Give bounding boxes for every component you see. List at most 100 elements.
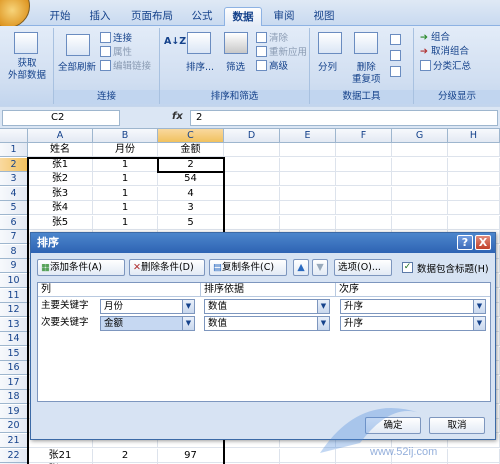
cell-empty[interactable] <box>392 143 448 157</box>
has-headers-checkbox[interactable]: ✓ <box>402 262 413 273</box>
column-header-c[interactable]: C <box>158 129 224 143</box>
cell-a3[interactable]: 张2 <box>28 172 93 187</box>
cell-empty[interactable] <box>392 201 448 216</box>
cell-empty[interactable] <box>392 448 448 463</box>
cell-c5[interactable]: 3 <box>158 201 224 216</box>
tab-formulas[interactable]: 公式 <box>184 7 220 26</box>
cell-empty[interactable] <box>448 143 500 157</box>
formula-input[interactable]: 2 <box>190 110 498 126</box>
row-header[interactable]: 5 <box>0 201 28 216</box>
row-header[interactable]: 19 <box>0 404 28 419</box>
cell-b22[interactable]: 2 <box>93 448 158 463</box>
row-header[interactable]: 9 <box>0 259 28 274</box>
cell-empty[interactable] <box>224 172 280 187</box>
office-button[interactable] <box>0 0 30 28</box>
filter-button[interactable]: 筛选 <box>226 62 245 74</box>
cell-empty[interactable] <box>336 186 392 201</box>
row-header[interactable]: 11 <box>0 288 28 303</box>
cell-empty[interactable] <box>280 143 336 157</box>
row-header[interactable]: 2 <box>0 157 28 172</box>
row-header[interactable]: 18 <box>0 390 28 405</box>
row-header[interactable]: 1 <box>0 143 28 157</box>
help-button[interactable]: ? <box>457 235 473 250</box>
data-validation-icon[interactable] <box>390 34 401 45</box>
row-header[interactable]: 16 <box>0 361 28 376</box>
cell-a1[interactable]: 姓名 <box>28 143 93 157</box>
name-box[interactable]: C2 <box>2 110 120 126</box>
cell-c4[interactable]: 4 <box>158 186 224 201</box>
row-header[interactable]: 4 <box>0 186 28 201</box>
cell-b1[interactable]: 月份 <box>93 143 158 157</box>
advanced-button[interactable]: 高级 <box>256 60 288 73</box>
reapply-button[interactable]: 重新应用 <box>256 46 307 59</box>
cell-empty[interactable] <box>224 157 280 172</box>
cell-empty[interactable] <box>224 448 280 463</box>
copy-level-button[interactable]: ▤复制条件(C) <box>209 259 287 276</box>
cell-empty[interactable] <box>392 157 448 172</box>
row-header[interactable]: 12 <box>0 303 28 318</box>
column-header-g[interactable]: G <box>392 129 448 143</box>
cell-empty[interactable] <box>336 201 392 216</box>
row-header[interactable]: 14 <box>0 332 28 347</box>
cell-c3[interactable]: 54 <box>158 172 224 187</box>
cell-a5[interactable]: 张4 <box>28 201 93 216</box>
cell-empty[interactable] <box>280 157 336 172</box>
row-header[interactable]: 21 <box>0 434 28 448</box>
column-header-h[interactable]: H <box>448 129 500 143</box>
cell-empty[interactable] <box>448 448 500 463</box>
cell-c6[interactable]: 5 <box>158 215 224 230</box>
row-header[interactable]: 7 <box>0 230 28 245</box>
subtotal-button[interactable]: 分类汇总 <box>420 60 471 73</box>
cell-empty[interactable] <box>280 215 336 230</box>
select-all-corner[interactable] <box>0 129 28 143</box>
cell-c2[interactable]: 2 <box>158 157 224 172</box>
row-header[interactable]: 3 <box>0 172 28 187</box>
secondary-order-select[interactable]: 升序 ▼ <box>340 316 486 331</box>
cell-a22[interactable]: 张21 <box>28 448 93 463</box>
cell-empty[interactable] <box>280 201 336 216</box>
cell-empty[interactable] <box>392 215 448 230</box>
cell-a6[interactable]: 张5 <box>28 215 93 230</box>
cell-b4[interactable]: 1 <box>93 186 158 201</box>
cell-b2[interactable]: 1 <box>93 157 158 172</box>
what-if-icon[interactable] <box>390 66 401 77</box>
sort-button[interactable]: 排序... <box>186 62 214 74</box>
row-header[interactable]: 8 <box>0 244 28 259</box>
row-header[interactable]: 10 <box>0 273 28 288</box>
options-button[interactable]: 选项(O)... <box>334 259 392 276</box>
cell-empty[interactable] <box>448 157 500 172</box>
primary-order-select[interactable]: 升序 ▼ <box>340 299 486 314</box>
cell-empty[interactable] <box>392 172 448 187</box>
cell-c22[interactable]: 97 <box>158 448 224 463</box>
cell-a4[interactable]: 张3 <box>28 186 93 201</box>
cell-empty[interactable] <box>336 215 392 230</box>
column-header-e[interactable]: E <box>280 129 336 143</box>
cell-empty[interactable] <box>224 201 280 216</box>
close-button[interactable]: X <box>475 235 491 250</box>
group-button[interactable]: ➔ 组合 <box>420 32 450 44</box>
ungroup-button[interactable]: ➔ 取消组合 <box>420 46 469 58</box>
cell-empty[interactable] <box>448 201 500 216</box>
move-up-button[interactable]: ▲ <box>293 259 309 276</box>
tab-review[interactable]: 审阅 <box>266 7 302 26</box>
tab-page-layout[interactable]: 页面布局 <box>124 7 180 26</box>
text-to-columns-button[interactable]: 分列 <box>318 62 337 74</box>
properties-button[interactable]: 属性 <box>100 46 132 59</box>
cell-empty[interactable] <box>336 157 392 172</box>
row-header[interactable]: 22 <box>0 448 28 463</box>
cell-empty[interactable] <box>280 186 336 201</box>
row-header[interactable]: 20 <box>0 419 28 434</box>
primary-column-select[interactable]: 月份 ▼ <box>100 299 195 314</box>
ok-button[interactable]: 确定 <box>365 417 421 434</box>
cell-empty[interactable] <box>224 186 280 201</box>
cell-empty[interactable] <box>336 143 392 157</box>
sort-az-icon[interactable]: A↓Z <box>164 36 186 48</box>
cell-b5[interactable]: 1 <box>93 201 158 216</box>
column-header-a[interactable]: A <box>28 129 93 143</box>
row-header[interactable]: 15 <box>0 346 28 361</box>
tab-home[interactable]: 开始 <box>42 7 78 26</box>
connections-button[interactable]: 连接 <box>100 32 132 45</box>
cell-empty[interactable] <box>224 143 280 157</box>
fx-icon[interactable]: fx <box>172 111 183 122</box>
edit-links-button[interactable]: 编辑链接 <box>100 60 151 73</box>
